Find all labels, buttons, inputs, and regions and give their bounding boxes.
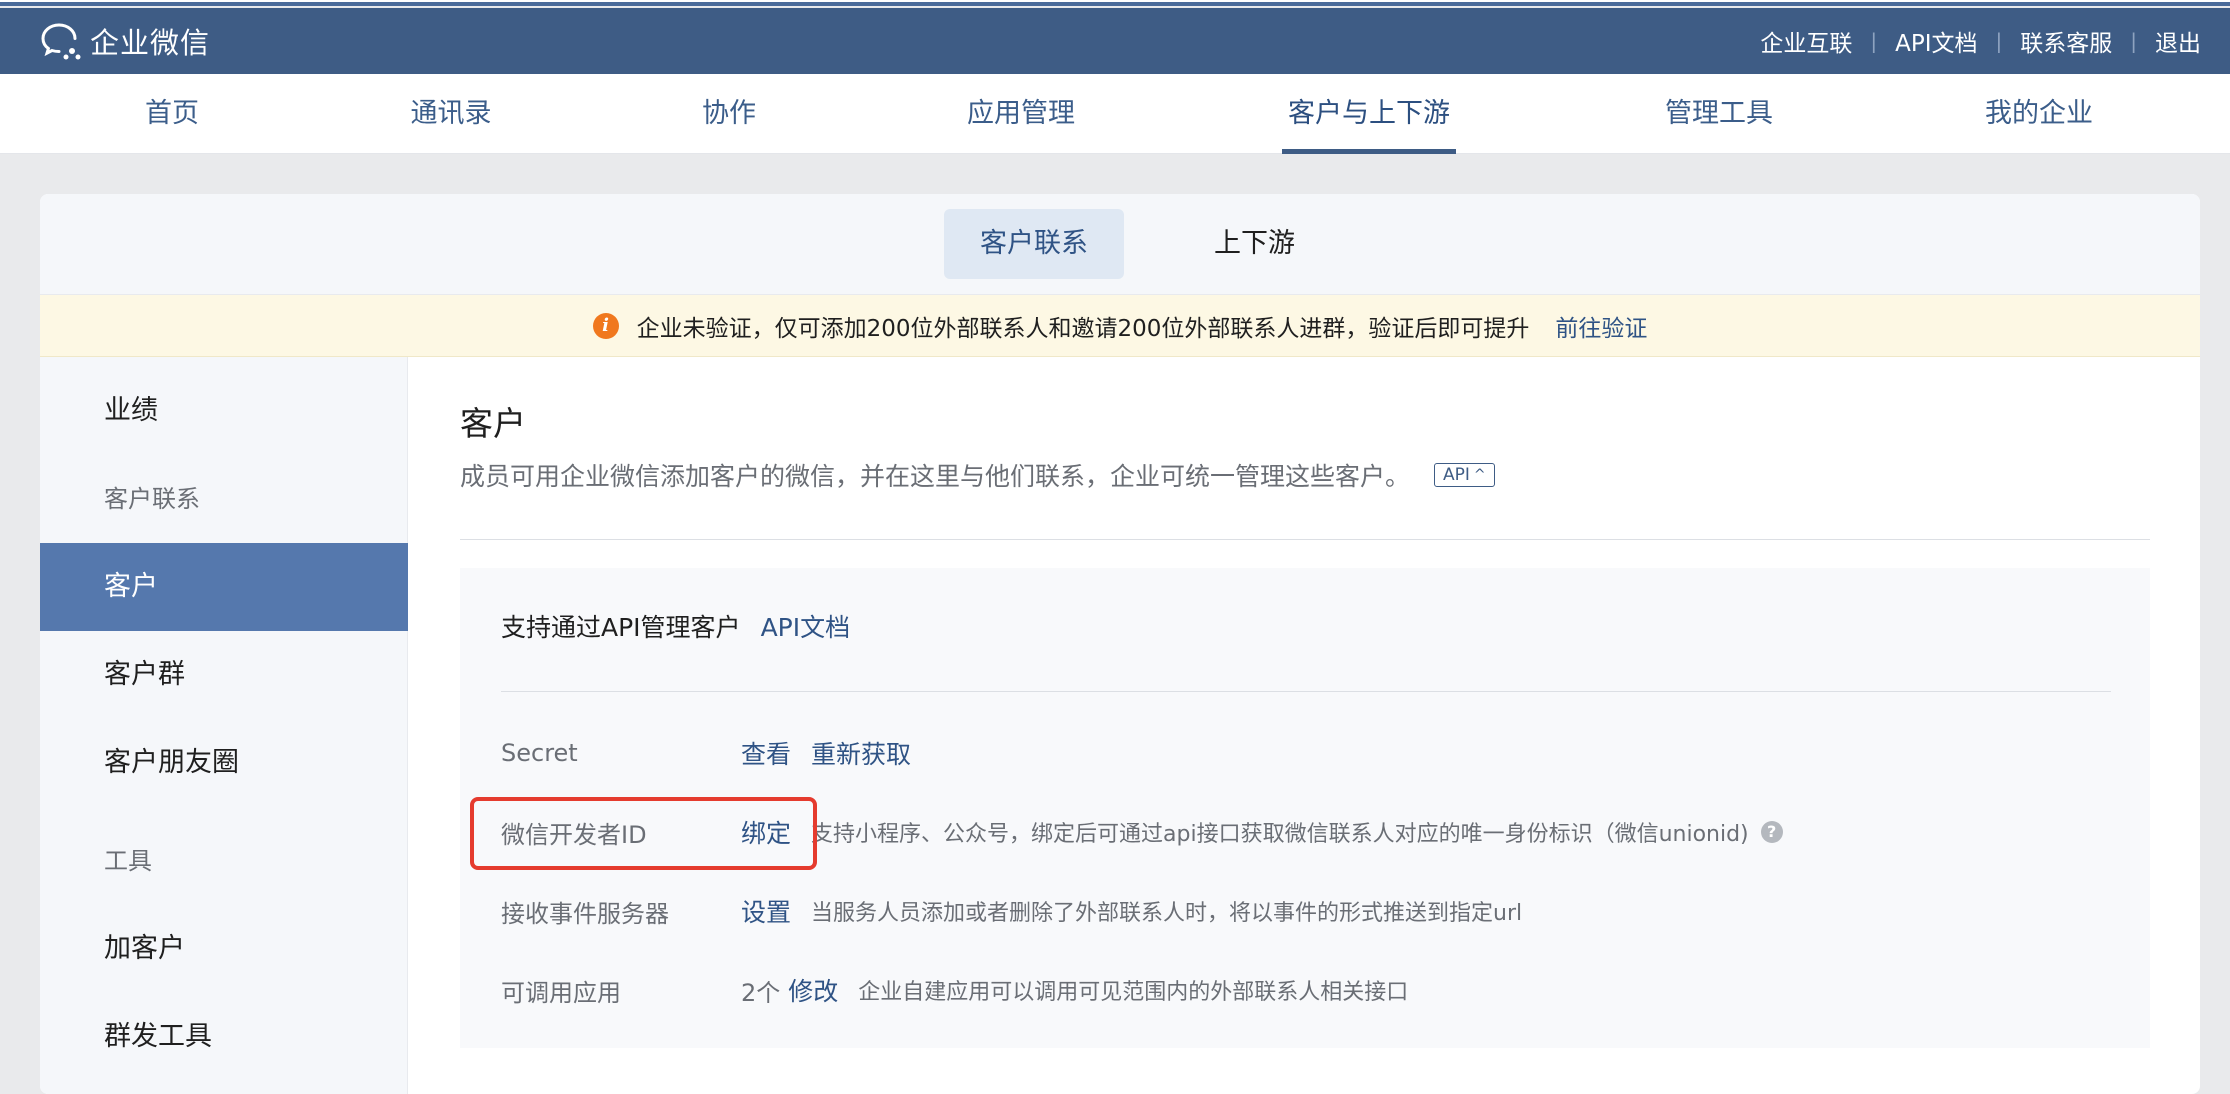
api-chip-label: API — [1443, 465, 1470, 485]
header-link-api-docs[interactable]: API文档 — [1895, 24, 1977, 58]
content-area: 客户 成员可用企业微信添加客户的微信，并在这里与他们联系，企业可统一管理这些客户… — [460, 357, 2160, 1094]
separator: | — [1870, 29, 1878, 53]
logo-text: 企业微信 — [90, 26, 211, 60]
row-description: 企业自建应用可以调用可见范围内的外部联系人相关接口 — [858, 980, 1409, 1005]
row-description: 当服务人员添加或者删除了外部联系人时，将以事件的形式推送到指定url — [811, 901, 1523, 926]
modify-button[interactable]: 修改 — [788, 972, 838, 1008]
row-label: Secret — [501, 739, 578, 767]
nav-item-home[interactable]: 首页 — [145, 74, 199, 154]
main-nav: 首页 通讯录 协作 应用管理 客户与上下游 管理工具 我的企业 — [0, 74, 2230, 154]
divider — [460, 539, 2150, 540]
nav-item-management-tools[interactable]: 管理工具 — [1665, 74, 1773, 154]
row-description: 支持小程序、公众号，绑定后可通过api接口获取微信联系人对应的唯一身份标识（微信… — [811, 822, 1749, 847]
nav-item-contacts[interactable]: 通讯录 — [411, 74, 492, 154]
header-link-support[interactable]: 联系客服 — [2020, 24, 2112, 58]
api-panel: 支持通过API管理客户 API文档 Secret 查看 重新获取 微信开发者ID… — [460, 568, 2150, 1048]
header-links: 企业互联 | API文档 | 联系客服 | 退出 — [1760, 8, 2201, 74]
notice-text: 企业未验证，仅可添加200位外部联系人和邀请200位外部联系人进群，验证后即可提… — [636, 315, 1530, 342]
header-link-logout[interactable]: 退出 — [2155, 24, 2201, 58]
header-link-interconnect[interactable]: 企业互联 — [1760, 24, 1852, 58]
help-icon[interactable]: ? — [1760, 821, 1783, 843]
row-secret: Secret 查看 重新获取 — [501, 733, 931, 773]
page-title: 客户 — [460, 404, 526, 443]
sidebar-group-tools: 工具 — [104, 847, 152, 875]
chevron-up-icon: ^ — [1473, 467, 1486, 483]
panel-heading-text: 支持通过API管理客户 — [501, 613, 741, 642]
page-description: 成员可用企业微信添加客户的微信，并在这里与他们联系，企业可统一管理这些客户。 A… — [460, 457, 1495, 493]
sidebar-item-customers[interactable]: 客户 — [40, 543, 408, 631]
description-text: 成员可用企业微信添加客户的微信，并在这里与他们联系，企业可统一管理这些客户。 — [460, 462, 1411, 491]
logo[interactable]: 企业微信 — [38, 20, 210, 62]
view-secret-button[interactable]: 查看 — [741, 735, 791, 771]
separator: | — [1995, 29, 2003, 53]
row-event-server: 接收事件服务器 设置 当服务人员添加或者删除了外部联系人时，将以事件的形式推送到… — [501, 891, 1522, 931]
sidebar-group-customer-contact: 客户联系 — [104, 485, 200, 513]
row-label: 微信开发者ID — [501, 820, 647, 849]
panel-heading: 支持通过API管理客户 API文档 — [501, 608, 850, 644]
row-label: 可调用应用 — [501, 978, 621, 1007]
regenerate-secret-button[interactable]: 重新获取 — [811, 735, 911, 771]
api-toggle-button[interactable]: API ^ — [1434, 463, 1495, 487]
sub-tabs: 客户联系 上下游 — [40, 194, 2200, 295]
api-docs-link[interactable]: API文档 — [761, 608, 851, 644]
verification-notice: i 企业未验证，仅可添加200位外部联系人和邀请200位外部联系人进群，验证后即… — [40, 295, 2200, 357]
top-accent-line — [0, 0, 2230, 6]
sidebar: 业绩 客户联系 客户 客户群 客户朋友圈 工具 加客户 群发工具 — [40, 357, 408, 1094]
tab-customer-contact[interactable]: 客户联系 — [944, 209, 1124, 279]
nav-item-customers[interactable]: 客户与上下游 — [1282, 74, 1456, 154]
wecom-logo-icon — [41, 23, 81, 60]
bind-button[interactable]: 绑定 — [741, 814, 791, 850]
sidebar-item-moments[interactable]: 客户朋友圈 — [40, 719, 408, 807]
nav-item-app-management[interactable]: 应用管理 — [967, 74, 1075, 154]
verify-link[interactable]: 前往验证 — [1555, 309, 1647, 343]
main-card: 客户联系 上下游 i 企业未验证，仅可添加200位外部联系人和邀请200位外部联… — [40, 194, 2200, 1094]
divider — [501, 691, 2111, 692]
row-wechat-dev-id: 微信开发者ID 绑定 支持小程序、公众号，绑定后可通过api接口获取微信联系人对… — [501, 812, 1783, 852]
separator: | — [2130, 29, 2137, 53]
sidebar-item-add-customer[interactable]: 加客户 — [40, 905, 408, 993]
nav-item-my-enterprise[interactable]: 我的企业 — [1985, 74, 2093, 154]
row-label: 接收事件服务器 — [501, 899, 669, 928]
nav-item-collaboration[interactable]: 协作 — [702, 74, 756, 154]
app-count: 2个 — [741, 978, 781, 1007]
configure-button[interactable]: 设置 — [741, 893, 791, 929]
sidebar-item-broadcast[interactable]: 群发工具 — [40, 993, 408, 1081]
row-callable-apps: 可调用应用 2个 修改 企业自建应用可以调用可见范围内的外部联系人相关接口 — [501, 970, 1408, 1010]
top-header: 企业微信 企业互联 | API文档 | 联系客服 | 退出 — [0, 8, 2230, 74]
sidebar-item-performance[interactable]: 业绩 — [40, 367, 408, 455]
tab-upstream-downstream[interactable]: 上下游 — [1178, 209, 1331, 279]
info-icon: i — [592, 312, 619, 339]
sidebar-item-customer-groups[interactable]: 客户群 — [40, 631, 408, 719]
